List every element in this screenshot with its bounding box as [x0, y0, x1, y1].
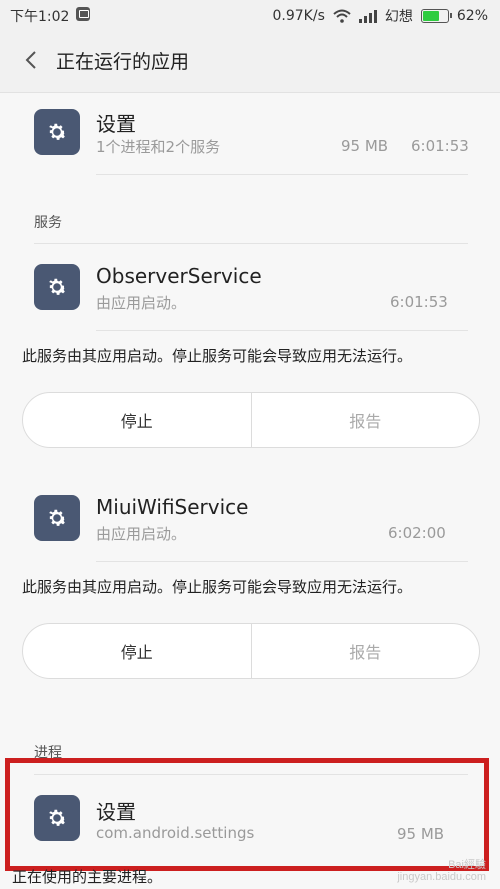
battery-percent: 62% [456, 8, 488, 24]
gear-icon [34, 264, 80, 310]
report-button[interactable]: 报告 [250, 393, 480, 447]
app-subtitle: 1个进程和2个服务 [96, 138, 221, 156]
service-subtitle: 由应用启动。 [96, 294, 187, 312]
service-name: ObserverService [96, 264, 262, 288]
service-row[interactable]: ObserverService 由应用启动。 6:01:53 [0, 248, 500, 328]
report-button[interactable]: 报告 [250, 624, 480, 678]
signal-icon [358, 9, 377, 23]
carrier-name: 幻想 [384, 9, 413, 25]
highlight-box [5, 758, 489, 871]
watermark-line2: jingyan.baidu.com [397, 871, 486, 883]
wifi-icon [333, 9, 351, 23]
app-memory: 95 MB [341, 137, 389, 155]
service-action-group: 停止 报告 [22, 623, 480, 679]
notification-icon [76, 7, 90, 21]
battery-icon [420, 9, 452, 23]
status-right: 0.97K/s 幻想 62% [273, 6, 489, 26]
service-description: 此服务由其应用启动。停止服务可能会导致应用无法运行。 [22, 578, 413, 596]
divider [96, 174, 468, 175]
watermark: Bai經驗 jingyan.baidu.com [397, 859, 486, 883]
divider [96, 561, 468, 562]
service-name: MiuiWifiService [96, 495, 249, 519]
stop-button[interactable]: 停止 [23, 624, 251, 678]
divider [34, 243, 468, 244]
stop-button[interactable]: 停止 [23, 393, 251, 447]
status-bar: 下午1:02 0.97K/s 幻想 62% [0, 0, 500, 30]
divider [96, 330, 468, 331]
watermark-line1: Bai經驗 [448, 859, 486, 871]
app-bar: 正在运行的应用 [0, 30, 500, 93]
service-subtitle: 由应用启动。 [96, 525, 187, 543]
chevron-left-icon[interactable] [22, 50, 42, 70]
status-time: 下午1:02 [10, 9, 70, 25]
service-time: 6:01:53 [390, 293, 448, 311]
service-time: 6:02:00 [388, 524, 446, 542]
app-time: 6:01:53 [411, 137, 469, 155]
section-label-services: 服务 [34, 215, 62, 231]
page-title: 正在运行的应用 [56, 51, 190, 73]
app-name: 设置 [96, 112, 136, 136]
service-row[interactable]: MiuiWifiService 由应用启动。 6:02:00 [0, 478, 500, 558]
app-summary-row[interactable]: 设置 1个进程和2个服务 95 MB 6:01:53 [0, 100, 500, 180]
service-description: 此服务由其应用启动。停止服务可能会导致应用无法运行。 [22, 347, 413, 365]
process-footer-text: 正在使用的主要进程。 [12, 868, 163, 886]
service-action-group: 停止 报告 [22, 392, 480, 448]
network-speed: 0.97K/s [272, 8, 325, 24]
gear-icon [34, 109, 80, 155]
gear-icon [34, 495, 80, 541]
